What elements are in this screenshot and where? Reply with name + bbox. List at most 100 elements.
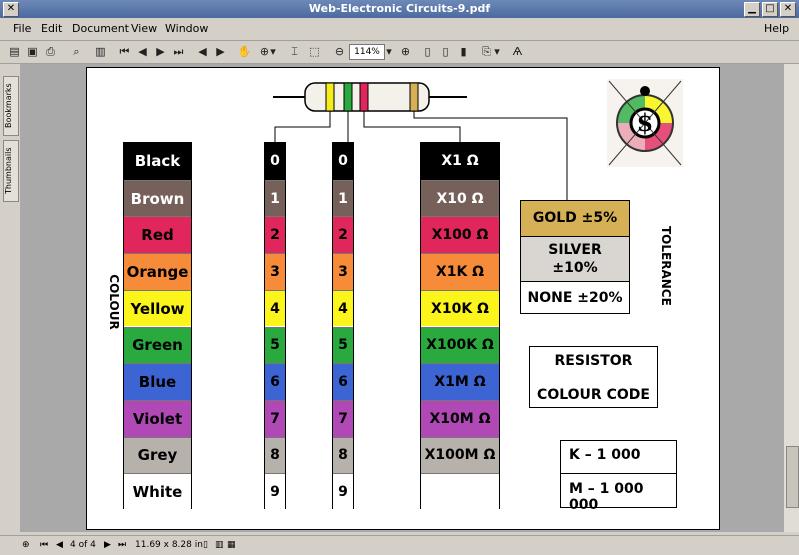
colour-cell-4-text: Yellow — [130, 299, 185, 318]
back-icon[interactable]: ◀ — [194, 43, 211, 60]
hand-tool-icon[interactable]: ✋ — [236, 43, 253, 60]
multiplier-cell-8: X100M Ω — [421, 436, 499, 474]
digit-cell-1-7-text: 7 — [270, 410, 280, 427]
digit-cell-2-9: 9 — [333, 473, 353, 510]
colour-cell-2-text: Red — [141, 226, 174, 245]
menu-bar: File Edit Document View Window Help — [0, 18, 799, 41]
graphics-select-icon[interactable]: ⬚ — [306, 43, 323, 60]
resistor-band-4 — [409, 82, 419, 112]
fit-page-icon[interactable]: ▯ — [437, 43, 454, 60]
first-page-icon[interactable]: ⏮ — [40, 540, 48, 550]
thumbnails-tab[interactable]: Thumbnails — [3, 140, 19, 202]
menu-document[interactable]: Document — [72, 22, 129, 35]
fit-width-icon[interactable]: ▮ — [455, 43, 472, 60]
multiplier-cell-2-text: X100 Ω — [431, 227, 489, 244]
close-button[interactable]: ✕ — [780, 2, 796, 17]
multiplier-cell-6-text: X1M Ω — [434, 374, 486, 391]
colour-cell-8: Grey — [124, 436, 191, 474]
scrollbar-thumb[interactable] — [786, 446, 799, 508]
digit-cell-2-0-text: 0 — [338, 153, 348, 170]
menu-help[interactable]: Help — [764, 22, 789, 35]
digit-cell-2-1: 1 — [333, 179, 353, 217]
last-page-icon[interactable]: ⏭ — [170, 43, 187, 60]
chevron-down-icon[interactable]: ▾ — [492, 43, 502, 60]
unit-mega: M – 1 000 000 — [569, 481, 644, 513]
resistor-band-1 — [325, 82, 335, 112]
zoom-in-icon[interactable]: ⊕ — [397, 43, 414, 60]
zoom-out-icon[interactable]: ⊖ — [331, 43, 348, 60]
colour-column: Black Brown Red Orange Yellow Green Blue Violet… — [123, 142, 192, 510]
save-icon[interactable]: ▣ — [24, 43, 41, 60]
digit-cell-2-5-text: 5 — [338, 337, 348, 354]
next-page-icon[interactable]: ▶ — [104, 540, 111, 550]
tolerance-label: TOLERANCE — [659, 226, 673, 306]
multiplier-cell-1: X10 Ω — [421, 179, 499, 217]
digit-cell-1-0-text: 0 — [270, 153, 280, 170]
menu-window[interactable]: Window — [165, 22, 208, 35]
title-line-1: RESISTOR — [554, 353, 633, 369]
minimize-button[interactable]: ▁ — [744, 2, 760, 17]
multiplier-cell-9 — [421, 473, 499, 510]
multiplier-cell-3: X1K Ω — [421, 253, 499, 290]
find-icon[interactable]: ⌕ — [68, 43, 85, 60]
digit-cell-1-6-text: 6 — [270, 374, 280, 391]
navigation-tabs: Bookmarks Thumbnails — [0, 64, 20, 532]
multiplier-cell-4-text: X10K Ω — [431, 300, 489, 317]
next-page-icon[interactable]: ▶ — [152, 43, 169, 60]
menu-view[interactable]: View — [131, 22, 157, 35]
text-select-icon[interactable]: ⌶ — [286, 43, 303, 60]
first-digit-column: 0 1 2 3 4 5 6 7 8 9 — [264, 142, 286, 510]
maximize-button[interactable]: □ — [762, 2, 778, 17]
chevron-down-icon[interactable]: ▾ — [384, 43, 394, 60]
forward-icon[interactable]: ▶ — [212, 43, 229, 60]
multiplier-cell-3-text: X1K Ω — [435, 263, 485, 280]
digit-cell-2-0: 0 — [333, 143, 353, 180]
logo-icon: $ — [607, 79, 683, 167]
digit-cell-1-4-text: 4 — [270, 300, 280, 317]
open-icon[interactable]: ▤ — [6, 43, 23, 60]
digit-cell-2-4-text: 4 — [338, 300, 348, 317]
digit-cell-1-5-text: 5 — [270, 337, 280, 354]
facing-icon[interactable]: ▦ — [227, 540, 236, 550]
previous-page-icon[interactable]: ◀ — [56, 540, 63, 550]
page-indicator[interactable]: 4 of 4 — [70, 540, 96, 550]
multiplier-cell-7-text: X10M Ω — [429, 410, 491, 427]
digit-cell-1-9-text: 9 — [270, 484, 280, 501]
colour-cell-1-text: Brown — [130, 189, 185, 208]
single-page-icon[interactable]: ▯ — [203, 540, 208, 550]
tolerance-gold: GOLD ±5% — [521, 201, 629, 237]
first-page-icon[interactable]: ⏮ — [116, 43, 133, 60]
previous-page-icon[interactable]: ◀ — [134, 43, 151, 60]
print-icon[interactable]: ⎙ — [42, 43, 59, 60]
fit-toggle-icon[interactable]: ⊕ — [22, 540, 30, 550]
bookmarks-tab[interactable]: Bookmarks — [3, 76, 19, 136]
digit-cell-2-3: 3 — [333, 253, 353, 290]
digit-cell-1-2: 2 — [265, 216, 285, 254]
colour-cell-8-text: Grey — [137, 446, 178, 465]
second-digit-column: 0 1 2 3 4 5 6 7 8 9 — [332, 142, 354, 510]
continuous-icon[interactable]: ▥ — [215, 540, 224, 550]
page-size: 11.69 x 8.28 in — [135, 540, 203, 550]
digit-cell-1-1-text: 1 — [270, 190, 280, 207]
multiplier-cell-1-text: X10 Ω — [436, 190, 484, 207]
colour-cell-3: Orange — [124, 253, 191, 290]
colour-cell-7-text: Violet — [132, 409, 183, 428]
last-page-icon[interactable]: ⏭ — [118, 540, 126, 550]
menu-file[interactable]: File — [13, 22, 31, 35]
multiplier-cell-6: X1M Ω — [421, 363, 499, 400]
multiplier-cell-5: X100K Ω — [421, 326, 499, 364]
tolerance-axis-label-box: TOLERANCE — [627, 226, 705, 306]
menu-edit[interactable]: Edit — [41, 22, 62, 35]
colour-cell-1: Brown — [124, 179, 191, 217]
zoom-input[interactable]: 114% — [349, 44, 385, 60]
document-viewer[interactable]: $ Black Brown Red Orange Yellow Green Blue Viol… — [20, 64, 784, 532]
leader-line-1 — [274, 111, 331, 143]
show-hide-navigation-icon[interactable]: ▥ — [92, 43, 109, 60]
digit-cell-2-3-text: 3 — [338, 263, 348, 280]
tolerance-box: GOLD ±5% SILVER ±10% NONE ±20% — [520, 200, 630, 314]
actual-size-icon[interactable]: ▯ — [419, 43, 436, 60]
chevron-down-icon[interactable]: ▾ — [268, 43, 278, 60]
multiplier-cell-0: X1 Ω — [421, 143, 499, 180]
leader-line-3 — [363, 111, 461, 143]
svg-text:$: $ — [637, 108, 654, 137]
